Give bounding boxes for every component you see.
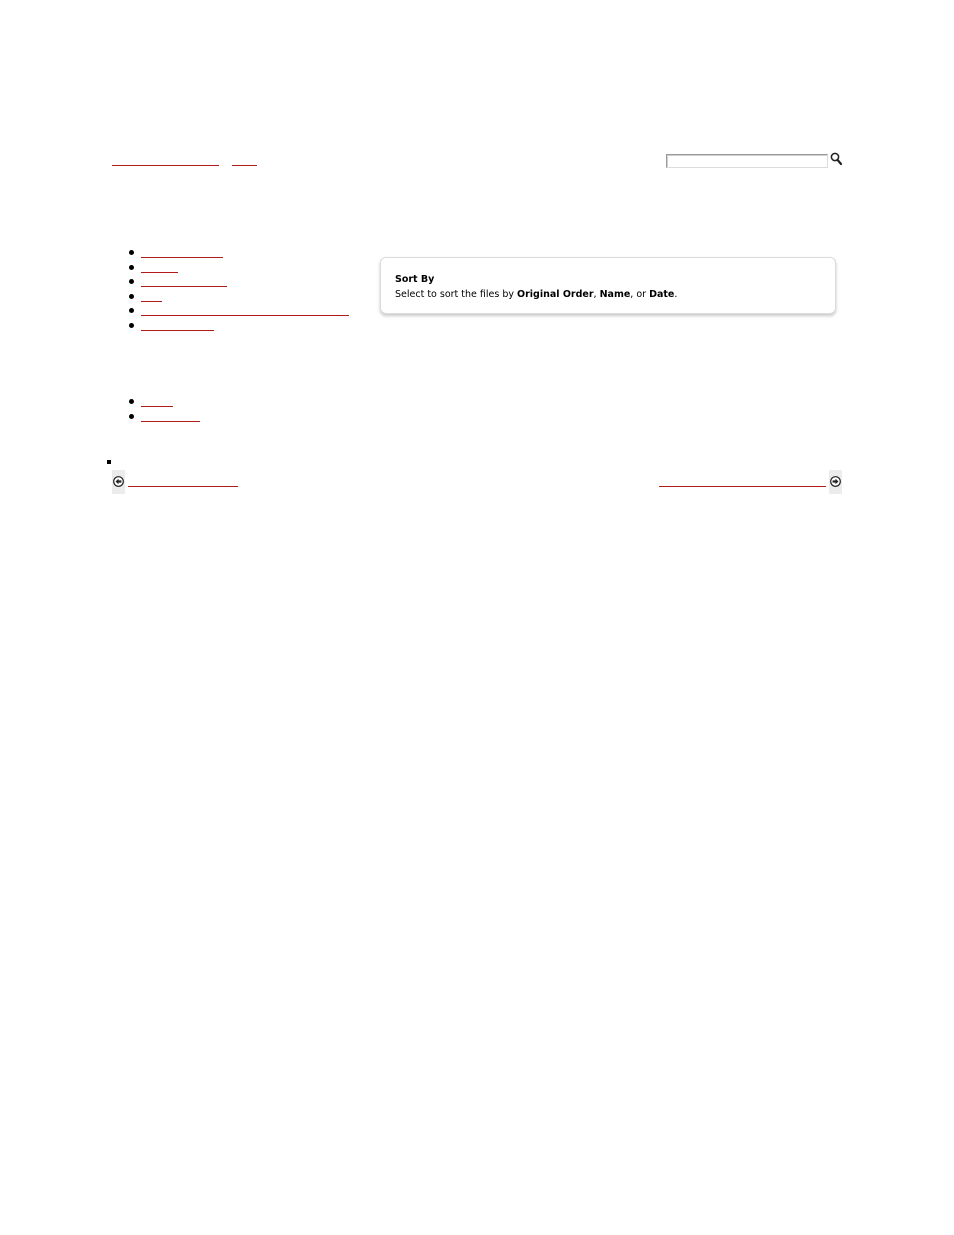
magnifier-icon bbox=[830, 152, 843, 166]
nav-link[interactable] bbox=[141, 300, 162, 302]
sort-option-original-order: Original Order bbox=[517, 289, 594, 300]
next-page-button[interactable] bbox=[829, 470, 842, 494]
description-text: . bbox=[674, 289, 678, 300]
search-input[interactable] bbox=[666, 154, 828, 168]
breadcrumb-link-2[interactable] bbox=[232, 164, 257, 166]
nav-link[interactable] bbox=[141, 314, 349, 317]
sort-option-date: Date bbox=[649, 289, 675, 300]
separator-text: , or bbox=[630, 289, 650, 300]
arrow-right-circle-icon bbox=[830, 476, 841, 487]
nav-link[interactable] bbox=[141, 271, 178, 273]
bullet-icon bbox=[129, 279, 134, 285]
breadcrumb-link-1[interactable] bbox=[112, 164, 219, 166]
bullet-icon bbox=[129, 413, 134, 419]
bullet-icon bbox=[129, 293, 134, 299]
nav-link[interactable] bbox=[141, 285, 227, 288]
panel-description: Select to sort the files by Original Ord… bbox=[395, 289, 677, 300]
nav-link[interactable] bbox=[141, 420, 200, 422]
nav-link[interactable] bbox=[141, 256, 223, 258]
bullet-icon bbox=[129, 264, 134, 270]
previous-page-link[interactable] bbox=[128, 485, 238, 487]
bullet-icon bbox=[129, 322, 134, 328]
panel-title: Sort By bbox=[395, 274, 435, 285]
bullet-icon bbox=[129, 399, 134, 404]
nav-link[interactable] bbox=[141, 405, 173, 407]
nav-link[interactable] bbox=[141, 329, 214, 331]
description-text: Select to sort the files by bbox=[395, 289, 518, 300]
previous-page-button[interactable] bbox=[112, 470, 125, 494]
arrow-left-circle-icon bbox=[113, 476, 124, 487]
next-page-link[interactable] bbox=[659, 485, 826, 487]
sort-option-name: Name bbox=[599, 289, 631, 300]
square-bullet-icon bbox=[107, 460, 111, 464]
sort-by-help-panel: Sort By Select to sort the files by Orig… bbox=[380, 257, 836, 314]
search-button[interactable] bbox=[830, 152, 843, 166]
bullet-icon bbox=[129, 308, 134, 314]
bullet-icon bbox=[129, 250, 134, 255]
